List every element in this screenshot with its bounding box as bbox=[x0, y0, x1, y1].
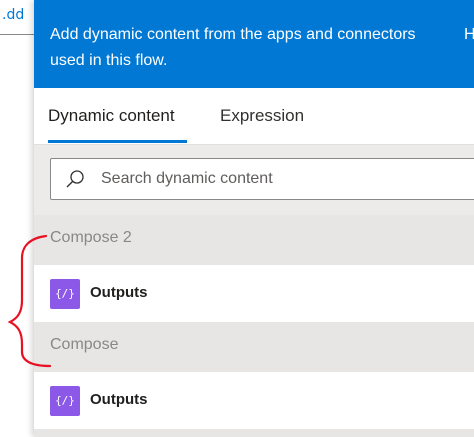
active-tab-indicator bbox=[48, 140, 187, 143]
compose-icon: {/} bbox=[50, 386, 80, 416]
search-area bbox=[34, 145, 474, 215]
group-title: Compose 2 bbox=[50, 229, 132, 246]
tab-dynamic-content[interactable]: Dynamic content bbox=[48, 106, 175, 126]
background-input[interactable]: .dd bbox=[0, 0, 36, 35]
list-footer bbox=[34, 429, 474, 437]
background-canvas: .dd bbox=[0, 0, 36, 437]
group-header-compose-2: Compose 2 bbox=[34, 215, 474, 265]
panel-header: Add dynamic content from the apps and co… bbox=[34, 0, 474, 88]
tab-bar: Dynamic content Expression bbox=[34, 88, 474, 145]
item-label: Outputs bbox=[90, 391, 148, 408]
group-title: Compose bbox=[50, 336, 119, 353]
group-header-compose: Compose bbox=[34, 322, 474, 372]
header-partial-link[interactable]: H bbox=[464, 22, 474, 48]
compose-icon: {/} bbox=[50, 279, 80, 309]
search-input[interactable] bbox=[101, 159, 461, 199]
dynamic-content-panel: Add dynamic content from the apps and co… bbox=[34, 0, 474, 437]
dynamic-item-outputs[interactable]: {/} Outputs bbox=[34, 372, 474, 429]
app-window: .dd Add dynamic content from the apps an… bbox=[0, 0, 474, 437]
dynamic-item-outputs[interactable]: {/} Outputs bbox=[34, 265, 474, 322]
search-icon bbox=[66, 170, 84, 188]
item-label: Outputs bbox=[90, 284, 148, 301]
header-description: Add dynamic content from the apps and co… bbox=[50, 26, 416, 69]
background-partial-text: .dd bbox=[2, 7, 25, 23]
search-box[interactable] bbox=[50, 158, 474, 200]
tab-expression[interactable]: Expression bbox=[220, 106, 304, 126]
